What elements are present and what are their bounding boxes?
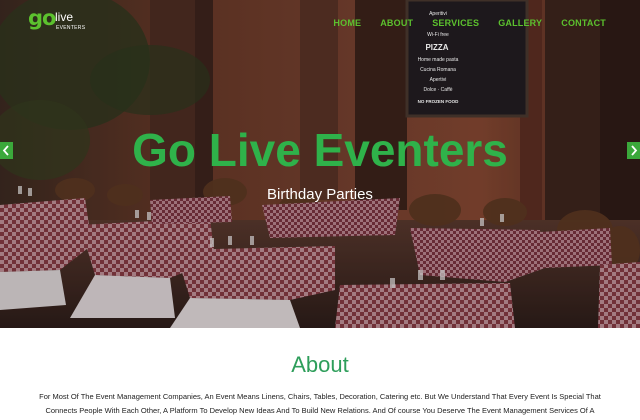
hero-title: Go Live Eventers [132,124,508,176]
hero-slider: Aperitivi Wi-Fi free PIZZA Home made pas… [0,0,640,328]
chevron-right-icon [631,145,638,156]
slider-prev-button[interactable] [0,142,13,159]
svg-text:Cucina Romana: Cucina Romana [420,67,456,73]
page: Aperitivi Wi-Fi free PIZZA Home made pas… [0,0,640,420]
about-heading: About [291,352,349,377]
svg-text:PIZZA: PIZZA [425,43,448,52]
main-nav: HOME ABOUT SERVICES GALLERY CONTACT [333,17,606,29]
chevron-left-icon [2,145,9,156]
nav-item-services[interactable]: SERVICES [432,17,479,29]
svg-text:Wi-Fi free: Wi-Fi free [427,32,449,38]
svg-text:Home made pasta: Home made pasta [418,57,459,63]
logo-tagline: EVENTERS [56,25,86,31]
hero-subtitle: Birthday Parties [267,186,373,203]
about-text: For Most Of The Event Management Compani… [39,392,601,415]
svg-text:Dolce · Caffè: Dolce · Caffè [423,87,452,93]
nav-item-about[interactable]: ABOUT [380,17,413,29]
svg-text:NO FROZEN FOOD: NO FROZEN FOOD [418,99,459,104]
svg-text:Apertivi: Apertivi [430,77,447,83]
site-logo[interactable]: go live EVENTERS [28,6,88,34]
logo-live-text: live [55,10,74,24]
nav-item-gallery[interactable]: GALLERY [498,17,542,29]
nav-item-home[interactable]: HOME [333,17,361,29]
slider-next-button[interactable] [627,142,640,159]
nav-item-contact[interactable]: CONTACT [561,17,606,29]
logo-go-text: go [28,6,56,30]
